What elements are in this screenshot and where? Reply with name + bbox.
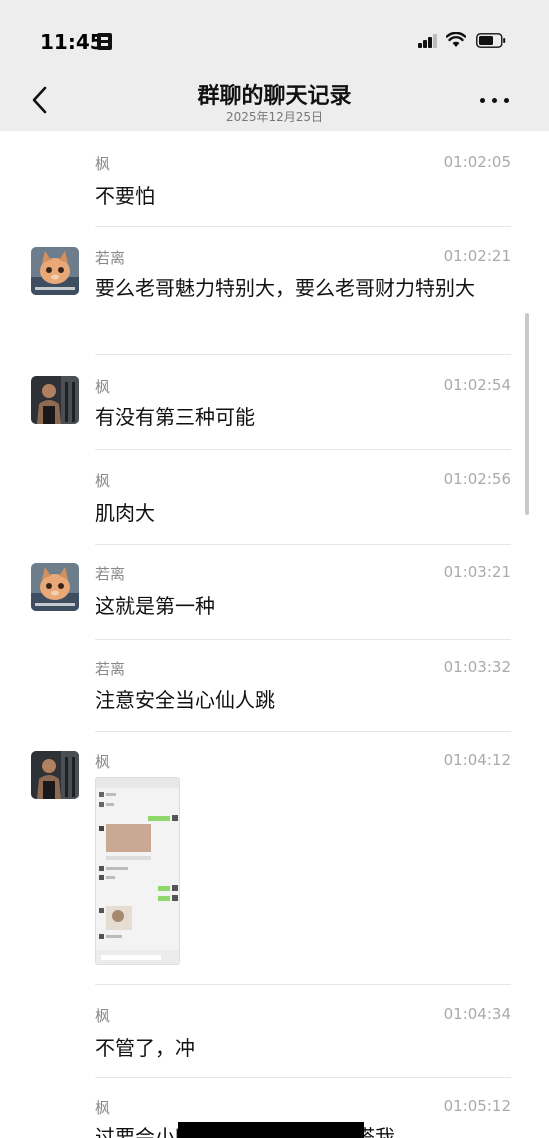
message-text: 不要怕 [95, 184, 155, 208]
message-time: 01:02:21 [443, 247, 511, 265]
avatar[interactable] [31, 247, 79, 295]
message-sender: 若离 [95, 565, 126, 583]
message-sender: 枫 [95, 472, 111, 490]
avatar[interactable] [31, 751, 79, 799]
avatar[interactable] [31, 376, 79, 424]
avatar[interactable] [31, 563, 79, 611]
message-time: 01:03:21 [443, 563, 511, 581]
image-thumbnail[interactable] [95, 777, 180, 965]
message-text: 肌肉大 [95, 501, 155, 525]
message-text: 注意安全当心仙人跳 [95, 688, 275, 712]
nav-header: 群聊的聊天记录 2025年12月25日 [0, 72, 549, 131]
message-list[interactable]: 枫 01:02:05 不要怕 若离 01:02:21 要么老哥魅力特别大，要么老… [0, 131, 549, 1138]
message-text: 有没有第三种可能 [95, 405, 255, 429]
cat-avatar-icon [31, 247, 79, 295]
gym-avatar-icon [31, 376, 79, 424]
message-time: 01:04:12 [443, 751, 511, 769]
message-sender: 枫 [95, 378, 111, 396]
message-sender: 枫 [95, 1099, 111, 1117]
message-time: 01:02:54 [443, 376, 511, 394]
message-time: 01:04:34 [443, 1005, 511, 1023]
message-sender: 枫 [95, 753, 111, 771]
sim-card-icon [97, 33, 112, 50]
message-time: 01:02:05 [443, 153, 511, 171]
message-item[interactable]: 若离 01:02:21 要么老哥魅力特别大，要么老哥财力特别大 [0, 227, 549, 355]
chat-screenshot-icon [96, 778, 179, 964]
more-icon[interactable] [480, 98, 510, 104]
message-time: 01:03:32 [443, 658, 511, 676]
gym-avatar-icon [31, 751, 79, 799]
message-item[interactable]: 枫 01:04:12 [0, 732, 549, 985]
battery-icon [476, 33, 506, 48]
message-text: 这就是第一种 [95, 594, 215, 618]
message-item[interactable]: 枫 01:02:05 不要怕 [0, 131, 549, 227]
status-bar: 11:45 [0, 0, 549, 72]
redaction-bar [178, 1122, 364, 1138]
message-item[interactable]: 若离 01:03:21 这就是第一种 [0, 545, 549, 640]
signal-icon [418, 34, 438, 48]
cat-avatar-icon [31, 563, 79, 611]
status-time: 11:45 [40, 30, 104, 54]
message-sender: 若离 [95, 249, 126, 267]
message-text: 不管了，冲 [95, 1036, 195, 1060]
message-item[interactable]: 枫 01:02:54 有没有第三种可能 [0, 355, 549, 450]
message-item[interactable]: 若离 01:03:32 注意安全当心仙人跳 [0, 640, 549, 732]
message-text: 要么老哥魅力特别大，要么老哥财力特别大 [95, 276, 475, 300]
message-sender: 枫 [95, 1007, 111, 1025]
message-time: 01:05:12 [443, 1097, 511, 1115]
message-item[interactable]: 枫 01:04:34 不管了，冲 [0, 985, 549, 1078]
page-subtitle: 2025年12月25日 [225, 110, 324, 124]
message-sender: 若离 [95, 660, 126, 678]
wifi-icon [446, 32, 466, 47]
scrollbar[interactable] [525, 313, 529, 515]
page-title: 群聊的聊天记录 [197, 84, 352, 109]
message-time: 01:02:56 [443, 470, 511, 488]
message-item[interactable]: 枫 01:02:56 肌肉大 [0, 450, 549, 545]
top-area: 11:45 群聊的聊天记录 2025年12月25日 [0, 0, 549, 131]
message-sender: 枫 [95, 155, 111, 173]
